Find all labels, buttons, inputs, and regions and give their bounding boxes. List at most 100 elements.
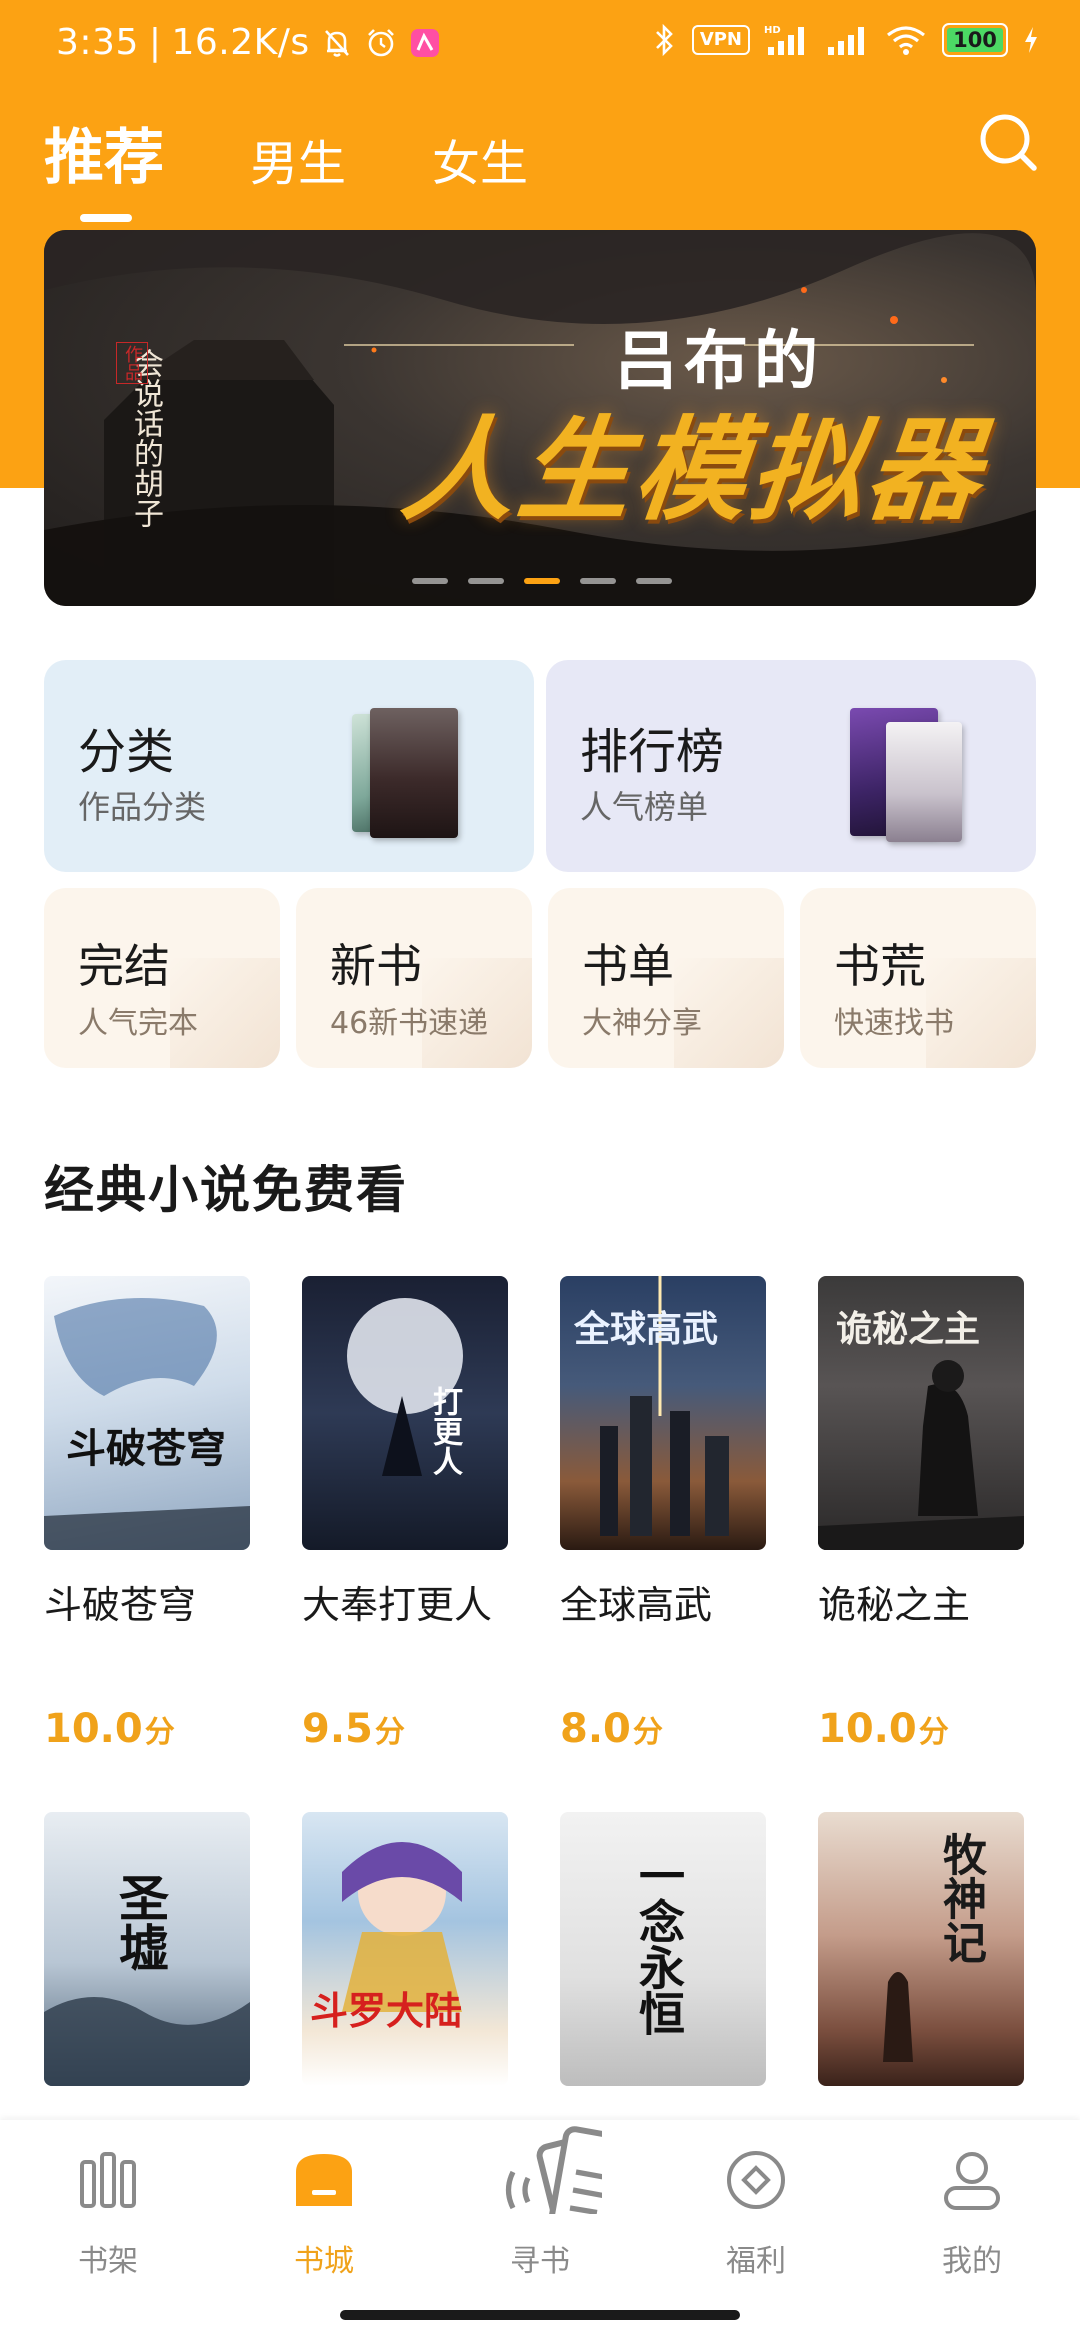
book-cover-title: 全球高武 — [574, 1308, 719, 1350]
book-cover-title: 一念永恒 — [632, 1852, 686, 2036]
bookstore-icon — [296, 2154, 352, 2206]
booklist-entry-title: 书单 — [582, 939, 674, 993]
status-net-speed: 16.2K/s — [171, 22, 310, 63]
ranking-entry-title: 排行榜 — [580, 724, 725, 780]
finished-entry[interactable]: 完结 人气完本 — [44, 888, 280, 1068]
book-cover-title: 牧神记 — [935, 1832, 986, 1964]
category-entry-title: 分类 — [78, 724, 175, 780]
book-title: 斗破苍穹 — [44, 1583, 197, 1627]
wifi-icon — [887, 26, 925, 55]
book-score-value: 10.0 — [818, 1706, 917, 1752]
welfare-icon — [727, 2151, 785, 2209]
book-cover-title: 斗罗大陆 — [310, 1988, 463, 2033]
cover-art — [44, 1298, 250, 1550]
cover-art — [347, 1298, 463, 1476]
nav-profile[interactable]: 我的 — [864, 2140, 1080, 2300]
book-score: 10.0分 — [44, 1706, 175, 1752]
status-bar: 3:35 | 16.2K/s VPN HD 100 — [0, 0, 1080, 96]
promo-banner[interactable]: 会说话的胡子 作品 吕布的 人生模拟器 — [44, 230, 1036, 606]
tab-male[interactable]: 男生 — [250, 134, 346, 194]
book-title: 大奉打更人 — [302, 1583, 493, 1627]
finished-entry-subtitle: 人气完本 — [78, 1006, 198, 1041]
banner-author-tag: 作品 — [116, 342, 148, 384]
profile-icon — [944, 2152, 1000, 2210]
book-finder-entry-subtitle: 快速找书 — [834, 1006, 954, 1041]
search-icon[interactable] — [976, 110, 1040, 174]
book-cover-title: 诡秘之主 — [836, 1308, 981, 1350]
category-book-image — [370, 708, 458, 838]
status-time: 3:35 — [56, 22, 139, 63]
book-cover: 打更人 — [302, 1276, 508, 1550]
book-cover: 一念永恒 — [560, 1812, 766, 2086]
vpn-badge: VPN — [691, 25, 750, 55]
battery-indicator: 100 — [942, 23, 1008, 57]
find-book-icon — [505, 2126, 602, 2214]
battery-level: 100 — [953, 28, 997, 52]
app-notification-icon — [410, 28, 439, 57]
cover-art — [883, 1972, 913, 2062]
nav-bookshelf-label: 书架 — [78, 2244, 138, 2279]
book-cover-title: 圣墟 — [111, 1872, 170, 1972]
banner-dot-active[interactable] — [524, 578, 560, 584]
book-score-unit: 分 — [374, 1715, 405, 1750]
book-cover: 诡秘之主 — [818, 1276, 1024, 1550]
nav-bookshelf[interactable]: 书架 — [0, 2140, 216, 2300]
tab-female-label: 女生 — [432, 136, 529, 192]
book-score-unit: 分 — [918, 1715, 949, 1750]
status-left: 3:35 | 16.2K/s — [56, 22, 442, 63]
nav-find-book[interactable]: 寻书 — [432, 2126, 648, 2300]
booklist-entry[interactable]: 书单 大神分享 — [548, 888, 784, 1068]
nav-welfare[interactable]: 福利 — [648, 2140, 864, 2300]
banner-dot[interactable] — [468, 578, 504, 584]
tab-female[interactable]: 女生 — [432, 134, 528, 194]
category-entry-subtitle: 作品分类 — [78, 788, 207, 826]
banner-dot[interactable] — [636, 578, 672, 584]
new-books-entry[interactable]: 新书 46新书速递 — [296, 888, 532, 1068]
home-indicator[interactable] — [340, 2310, 740, 2320]
tab-active-indicator — [80, 214, 132, 222]
svg-text:HD: HD — [764, 25, 781, 36]
nav-bookstore[interactable]: 书城 — [216, 2140, 432, 2300]
nav-profile-label: 我的 — [942, 2244, 1002, 2279]
nav-welfare-label: 福利 — [726, 2244, 786, 2279]
ranking-entry[interactable]: 排行榜 人气榜单 — [546, 660, 1036, 872]
tab-male-label: 男生 — [250, 136, 347, 192]
new-books-entry-title: 新书 — [330, 939, 422, 993]
banner-dot[interactable] — [412, 578, 448, 584]
book-score: 10.0分 — [818, 1706, 949, 1752]
section-title: 经典小说免费看 — [44, 1161, 408, 1219]
bell-off-icon — [324, 29, 349, 57]
book-score-value: 9.5 — [302, 1706, 373, 1752]
nav-find-book-label: 寻书 — [510, 2244, 570, 2279]
ranking-entry-subtitle: 人气榜单 — [580, 788, 709, 826]
book-cover-title: 打更人 — [427, 1386, 462, 1476]
banner-pagination — [412, 578, 672, 584]
category-entry[interactable]: 分类 作品分类 — [44, 660, 534, 872]
alarm-icon — [367, 28, 394, 56]
book-score-unit: 分 — [144, 1715, 175, 1750]
cover-art — [342, 1842, 462, 2012]
status-separator: | — [148, 22, 162, 63]
book-title: 诡秘之主 — [818, 1583, 971, 1627]
book-cover: 圣墟 — [44, 1812, 250, 2086]
bluetooth-icon — [655, 23, 673, 57]
finished-entry-title: 完结 — [78, 939, 170, 993]
tab-recommend-label: 推荐 — [44, 123, 164, 193]
book-cover: 斗罗大陆 — [302, 1812, 508, 2086]
bookshelf-icon — [80, 2152, 136, 2208]
ranking-book-image — [886, 722, 962, 842]
banner-title-main: 人生模拟器 — [396, 405, 990, 536]
banner-dot[interactable] — [580, 578, 616, 584]
book-score-unit: 分 — [632, 1715, 663, 1750]
book-finder-entry-title: 书荒 — [834, 939, 926, 993]
book-cover: 全球高武 — [560, 1276, 766, 1550]
nav-bookstore-label: 书城 — [294, 2244, 354, 2279]
status-right: VPN HD 100 — [652, 22, 1040, 58]
signal-icon — [828, 27, 864, 55]
book-finder-entry[interactable]: 书荒 快速找书 — [800, 888, 1036, 1068]
tab-recommend[interactable]: 推荐 — [44, 122, 164, 222]
book-score-value: 8.0 — [560, 1706, 631, 1752]
book-score: 8.0分 — [560, 1706, 663, 1752]
book-cover: 牧神记 — [818, 1812, 1024, 2086]
top-tabs: 推荐 男生 女生 — [44, 104, 614, 222]
